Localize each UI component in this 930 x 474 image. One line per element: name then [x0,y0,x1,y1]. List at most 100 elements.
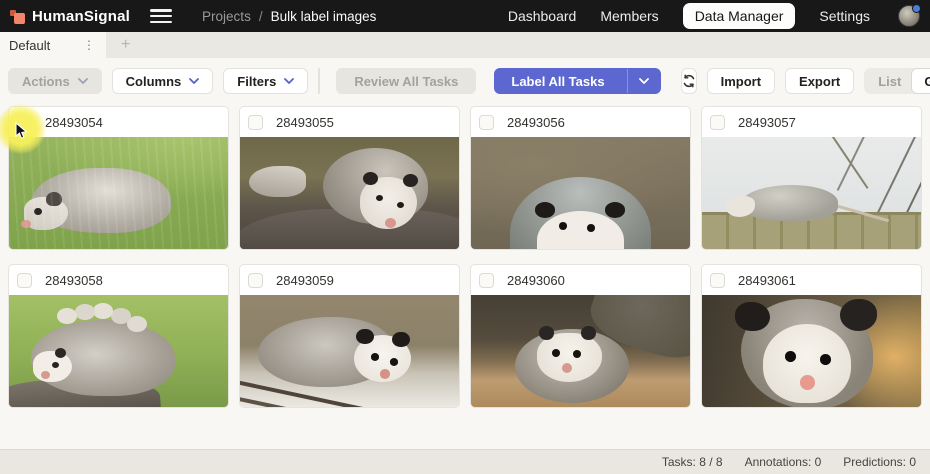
photo-detail [785,351,796,362]
task-id: 28493054 [45,115,103,130]
photo-detail [876,137,920,214]
view-grid-button[interactable]: Grid [911,68,930,94]
task-card-header: 28493060 [471,265,690,295]
task-checkbox[interactable] [17,273,32,288]
predictions-count: Predictions: 0 [843,455,916,469]
task-id: 28493058 [45,273,103,288]
toolbar: Actions Columns Filters not set Review A… [0,58,930,102]
task-image[interactable] [240,137,459,249]
task-grid: 28493054 28493055 28493056 [0,102,930,408]
breadcrumb-separator: / [259,9,263,24]
user-avatar[interactable] [898,5,920,27]
task-checkbox[interactable] [248,273,263,288]
task-image[interactable] [702,295,921,407]
photo-detail [605,202,626,218]
nav-settings[interactable]: Settings [819,8,870,24]
task-card[interactable]: 28493058 [8,264,229,408]
import-button[interactable]: Import [707,68,775,94]
breadcrumb-projects[interactable]: Projects [202,9,251,24]
breadcrumb: Projects / Bulk label images [202,9,376,24]
nav-dashboard[interactable]: Dashboard [508,8,577,24]
photo-detail [559,222,568,230]
task-checkbox[interactable] [17,115,32,130]
data-manager-content: Actions Columns Filters not set Review A… [0,58,930,449]
task-id: 28493055 [276,115,334,130]
task-card[interactable]: 28493054 [8,106,229,250]
data-manager-app: HumanSignal Projects / Bulk label images… [0,0,930,474]
task-image[interactable] [471,295,690,407]
ordering-control: not set [318,68,320,94]
view-list-button[interactable]: List [868,74,911,89]
tab-menu-icon[interactable]: ⋮ [81,38,97,52]
task-card[interactable]: 28493059 [239,264,460,408]
task-card-header: 28493055 [240,107,459,137]
task-card[interactable]: 28493055 [239,106,460,250]
review-all-tasks-button[interactable]: Review All Tasks [336,68,476,94]
task-image[interactable] [471,137,690,249]
task-image[interactable] [9,137,228,249]
filters-label: Filters [237,74,276,89]
task-image[interactable] [9,295,228,407]
import-label: Import [721,74,761,89]
label-all-tasks-label: Label All Tasks [511,74,618,89]
review-all-tasks-label: Review All Tasks [354,74,458,89]
photo-detail [356,329,374,345]
task-checkbox[interactable] [710,273,725,288]
task-checkbox[interactable] [479,273,494,288]
photo-detail [24,197,68,229]
task-id: 28493060 [507,273,565,288]
tab-default-label: Default [9,38,50,53]
status-bar: Tasks: 8 / 8 Annotations: 0 Predictions:… [0,449,930,474]
photo-detail [34,208,42,215]
refresh-icon [682,74,696,88]
photo-detail [823,137,868,189]
tab-default[interactable]: Default ⋮ [0,32,106,58]
task-card-header: 28493058 [9,265,228,295]
photo-detail [31,168,171,233]
export-button[interactable]: Export [785,68,854,94]
task-card[interactable]: 28493056 [470,106,691,250]
top-navigation: Dashboard Members Data Manager Settings [508,3,920,29]
view-mode-toggle: List Grid [864,68,930,94]
task-id: 28493056 [507,115,565,130]
photo-detail [539,326,554,339]
task-card[interactable]: 28493057 [701,106,922,250]
tasks-count: Tasks: 8 / 8 [662,455,723,469]
task-card-header: 28493059 [240,265,459,295]
chevron-down-icon [189,78,199,84]
columns-button[interactable]: Columns [112,68,214,94]
presence-dot [912,4,921,13]
humansignal-logo[interactable]: HumanSignal [10,8,130,25]
refresh-button[interactable] [681,68,697,94]
photo-detail [249,166,306,197]
label-all-tasks-dropdown[interactable] [627,69,660,93]
photo-detail [46,192,61,207]
label-all-tasks-button[interactable]: Label All Tasks [494,68,660,94]
humansignal-logo-icon [10,9,25,24]
task-checkbox[interactable] [710,115,725,130]
task-card[interactable]: 28493060 [470,264,691,408]
nav-members[interactable]: Members [600,8,658,24]
photo-detail [735,302,770,331]
actions-button[interactable]: Actions [8,68,102,94]
top-header: HumanSignal Projects / Bulk label images… [0,0,930,32]
photo-detail [741,185,837,221]
actions-label: Actions [22,74,70,89]
task-image[interactable] [240,295,459,407]
task-card-header: 28493061 [702,265,921,295]
add-tab-icon[interactable]: + [121,37,130,53]
hamburger-menu-icon[interactable] [150,9,172,23]
task-checkbox[interactable] [248,115,263,130]
photo-detail [363,172,378,185]
nav-data-manager[interactable]: Data Manager [683,3,796,29]
view-tabs-bar: Default ⋮ + [0,32,930,58]
photo-detail [55,348,66,358]
task-image[interactable] [702,137,921,249]
task-card[interactable]: 28493061 [701,264,922,408]
chevron-down-icon [284,78,294,84]
chevron-down-icon [639,78,649,84]
ordering-value[interactable]: not set [319,69,320,93]
task-checkbox[interactable] [479,115,494,130]
photo-detail [552,349,560,357]
filters-button[interactable]: Filters [223,68,308,94]
